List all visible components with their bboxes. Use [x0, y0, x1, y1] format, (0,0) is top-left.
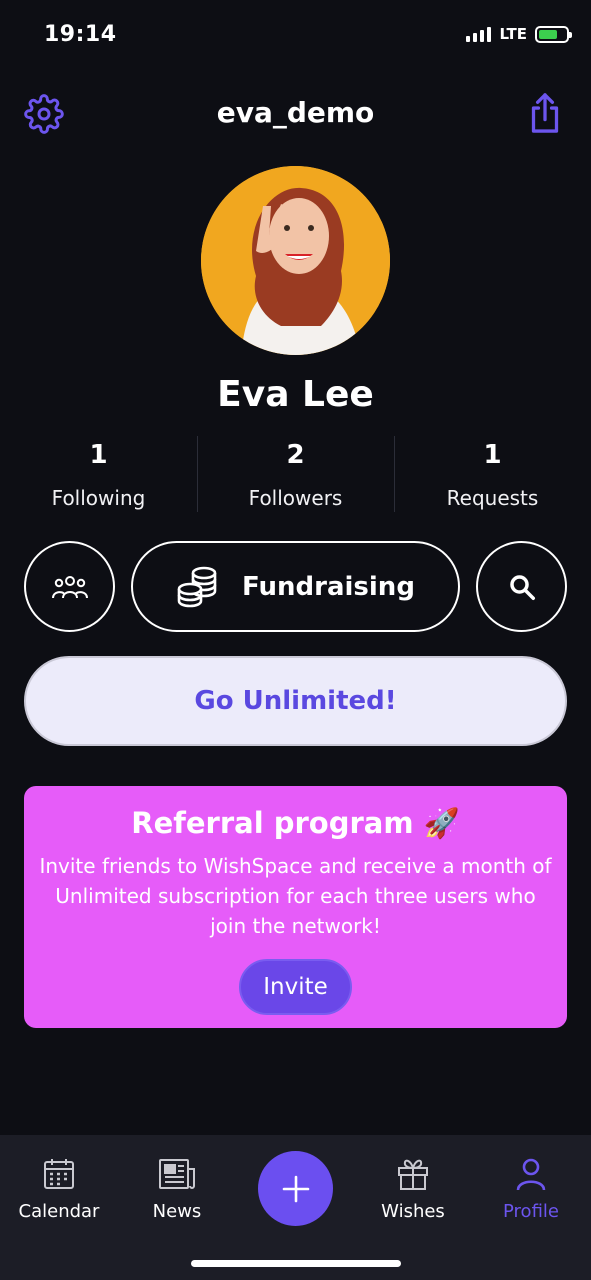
go-unlimited-button[interactable]: Go Unlimited!	[24, 656, 567, 746]
referral-card: Referral program 🚀 Invite friends to Wis…	[24, 786, 567, 1028]
status-bar: 19:14 LTE	[0, 0, 591, 70]
share-icon	[531, 93, 559, 133]
search-icon	[509, 574, 535, 600]
coins-icon	[177, 566, 217, 607]
username: eva_demo	[216, 96, 375, 129]
tab-wishes[interactable]: Wishes	[358, 1157, 468, 1222]
search-button[interactable]	[476, 541, 567, 632]
profile-stats: 1 Following 2 Followers 1 Requests	[0, 436, 591, 516]
tab-label: Profile	[503, 1201, 559, 1222]
add-wish-button[interactable]	[258, 1151, 333, 1226]
stat-count: 2	[286, 440, 305, 470]
fundraising-button[interactable]: Fundraising	[131, 541, 460, 632]
display-name: Eva Lee	[217, 374, 374, 415]
fundraising-label: Fundraising	[242, 571, 415, 602]
groups-button[interactable]	[24, 541, 115, 632]
profile-header: eva_demo	[0, 88, 591, 140]
tab-label: News	[152, 1201, 202, 1222]
calendar-icon	[44, 1159, 74, 1189]
signal-icon	[466, 26, 492, 42]
battery-icon	[535, 25, 572, 43]
referral-description: Invite friends to WishSpace and receive …	[39, 854, 552, 938]
tab-calendar[interactable]: Calendar	[4, 1157, 114, 1222]
tab-profile[interactable]: Profile	[476, 1157, 586, 1222]
stat-following[interactable]: 1 Following	[0, 436, 197, 516]
referral-title: Referral program 🚀	[131, 806, 460, 840]
share-button[interactable]	[525, 90, 565, 136]
stat-requests[interactable]: 1 Requests	[394, 436, 591, 516]
stat-followers[interactable]: 2 Followers	[197, 436, 394, 516]
profile-actions: Fundraising	[24, 541, 567, 632]
status-time: 19:14	[44, 22, 117, 47]
newspaper-icon	[159, 1159, 195, 1189]
stat-label: Following	[51, 486, 146, 510]
status-indicators: LTE	[466, 25, 572, 43]
group-icon	[51, 575, 88, 598]
network-label: LTE	[499, 25, 527, 43]
user-icon	[516, 1158, 546, 1191]
avatar-photo	[201, 166, 390, 355]
gift-icon	[398, 1159, 428, 1190]
bottom-tab-bar: Calendar News Wishes Profile	[0, 1135, 591, 1280]
stat-label: Followers	[248, 486, 343, 510]
stat-count: 1	[483, 440, 502, 470]
tab-label: Calendar	[18, 1201, 100, 1222]
plus-icon	[282, 1175, 309, 1202]
tab-label: Wishes	[381, 1201, 445, 1222]
tab-news[interactable]: News	[122, 1157, 232, 1222]
home-indicator	[191, 1260, 401, 1267]
avatar[interactable]	[201, 166, 390, 355]
invite-button[interactable]: Invite	[239, 959, 352, 1015]
stat-count: 1	[89, 440, 108, 470]
stat-label: Requests	[446, 486, 539, 510]
